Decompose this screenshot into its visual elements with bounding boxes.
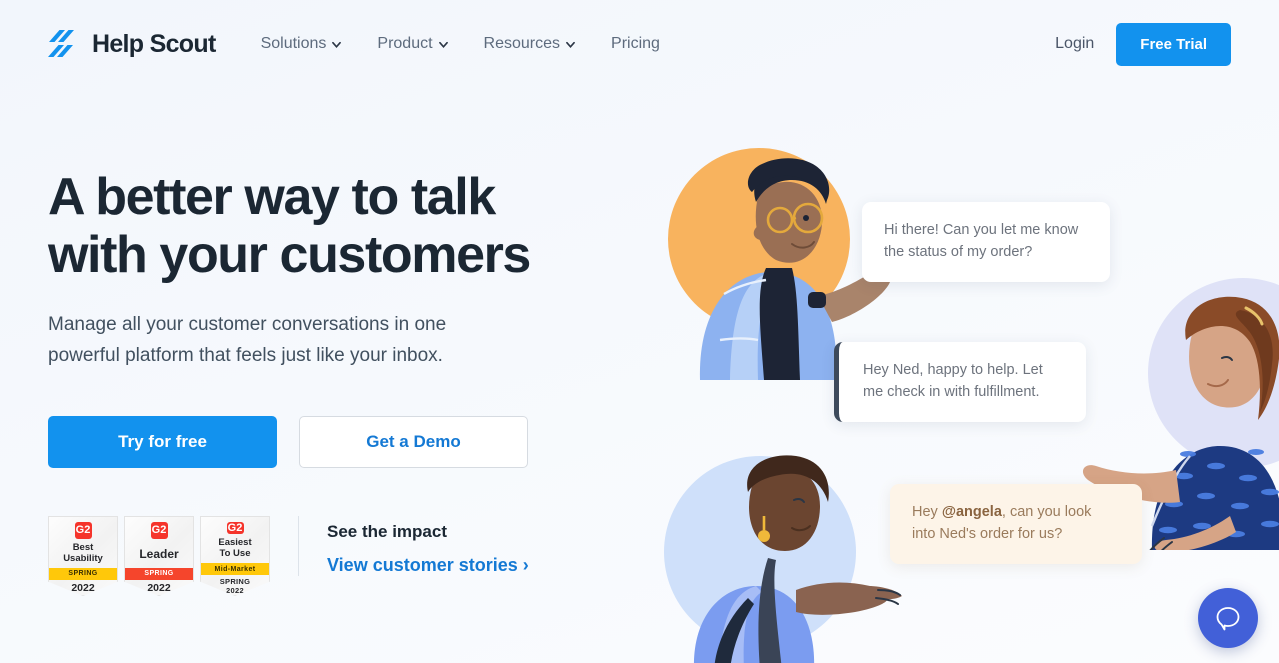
badge-title: Best Usability bbox=[61, 542, 105, 565]
nav-item-solutions[interactable]: Solutions bbox=[261, 35, 342, 53]
social-proof: G2 Best Usability SPRING 2022 G2 Leader … bbox=[48, 516, 628, 596]
nav-label: Resources bbox=[483, 35, 561, 52]
page-title: A better way to talk with your customers bbox=[48, 168, 628, 284]
nav-label: Solutions bbox=[260, 35, 327, 52]
headline-line-1: A better way to talk bbox=[48, 168, 496, 226]
chat-bubble-mention: Hey @angela, can you look into Ned's ord… bbox=[890, 484, 1142, 564]
bubble-line-1-post: , can you look bbox=[1001, 504, 1092, 520]
badge-title-line-1: Best bbox=[72, 542, 94, 553]
bubble-line-1: Hey Ned, happy to help. Let bbox=[863, 362, 1043, 378]
primary-nav: Solutions Product Resources Pricing bbox=[261, 35, 660, 53]
logo[interactable]: Help Scout bbox=[48, 29, 216, 59]
badge-title-line-2: To Use bbox=[219, 548, 251, 560]
site-header: Help Scout Solutions Product Resources P… bbox=[0, 0, 1279, 88]
badge-year-line-2: 2022 bbox=[226, 585, 244, 595]
bubble-line-2: into Ned's order for us? bbox=[912, 525, 1063, 542]
nav-item-resources[interactable]: Resources bbox=[484, 35, 575, 53]
badge-year: 2022 bbox=[147, 581, 171, 594]
helpscout-logo-icon bbox=[48, 30, 74, 57]
chevron-down-icon bbox=[566, 41, 575, 48]
bubble-line-1: Hi there! Can you let me know bbox=[884, 222, 1079, 238]
chat-bubble-agent: Hey Ned, happy to help. Let me check in … bbox=[834, 342, 1086, 422]
nav-label: Pricing bbox=[611, 35, 660, 52]
g2-logo-icon: G2 bbox=[150, 522, 168, 539]
logo-text: Help Scout bbox=[92, 29, 216, 58]
g2-badge-list: G2 Best Usability SPRING 2022 G2 Leader … bbox=[48, 516, 270, 596]
nav-label: Product bbox=[377, 35, 433, 52]
get-a-demo-button[interactable]: Get a Demo bbox=[299, 416, 528, 468]
headline-line-2: with your customers bbox=[48, 226, 531, 285]
login-link[interactable]: Login bbox=[1055, 35, 1094, 53]
badge-title-line-2: Usability bbox=[63, 552, 103, 564]
bubble-line-1-pre: Hey bbox=[912, 504, 942, 520]
chevron-down-icon bbox=[438, 41, 448, 48]
view-customer-stories-link[interactable]: View customer stories › bbox=[327, 555, 529, 576]
chat-bubble-customer: Hi there! Can you let me know the status… bbox=[862, 202, 1110, 282]
impact-block: See the impact View customer stories › bbox=[298, 516, 529, 576]
free-trial-button[interactable]: Free Trial bbox=[1116, 22, 1231, 66]
hero-content: A better way to talk with your customers… bbox=[48, 168, 628, 596]
chevron-down-icon bbox=[332, 41, 342, 48]
chat-bubble-icon bbox=[1216, 607, 1240, 631]
hero-subheadline: Manage all your customer conversations i… bbox=[48, 314, 447, 367]
header-actions: Login Free Trial bbox=[1055, 22, 1231, 66]
g2-logo-icon: G2 bbox=[74, 522, 92, 539]
badge-band: SPRING bbox=[125, 567, 193, 580]
badge-year: 2022 bbox=[71, 581, 95, 594]
nav-item-product[interactable]: Product bbox=[377, 35, 448, 53]
bubble-line-2: me check in with fulfillment. bbox=[863, 383, 1040, 400]
nav-item-pricing[interactable]: Pricing bbox=[611, 35, 660, 53]
badge-year: SPRING 2022 bbox=[220, 578, 251, 595]
badge-band: Mid-Market bbox=[201, 563, 269, 576]
person-customer bbox=[694, 455, 902, 663]
g2-badge-easiest-to-use: G2 Easiest To Use Mid-Market SPRING 2022 bbox=[200, 516, 270, 596]
badge-title: Easiest To Use bbox=[216, 537, 253, 560]
try-for-free-button[interactable]: Try for free bbox=[48, 416, 277, 468]
badge-title: Leader bbox=[139, 547, 179, 561]
mention-handle: @angela bbox=[941, 504, 1002, 520]
g2-badge-leader: G2 Leader SPRING 2022 bbox=[124, 516, 194, 596]
impact-title: See the impact bbox=[327, 522, 447, 541]
g2-badge-best-usability: G2 Best Usability SPRING 2022 bbox=[48, 516, 118, 596]
hero-cta-row: Try for free Get a Demo bbox=[48, 416, 628, 468]
g2-logo-icon: G2 bbox=[226, 521, 244, 535]
landing-page: Help Scout Solutions Product Resources P… bbox=[0, 0, 1279, 663]
badge-band: SPRING bbox=[49, 567, 117, 580]
bubble-line-2: the status of my order? bbox=[884, 243, 1033, 260]
chat-widget-button[interactable] bbox=[1198, 588, 1258, 648]
hero-illustration: Hi there! Can you let me know the status… bbox=[640, 120, 1279, 663]
badge-title-line-1: Easiest bbox=[218, 537, 252, 549]
